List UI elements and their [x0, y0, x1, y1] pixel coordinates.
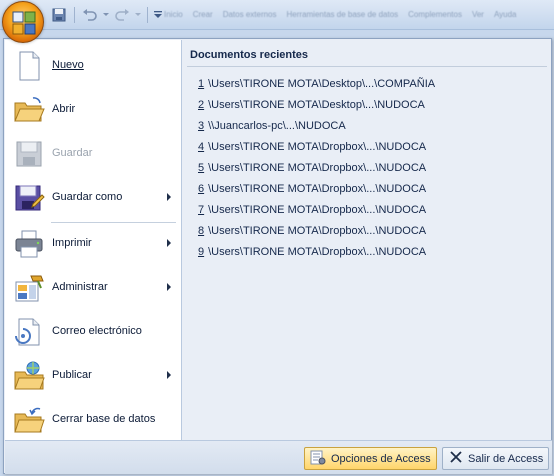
menu-item-label: Abrir	[52, 103, 76, 115]
menu-item-administrar[interactable]: Administrar	[5, 268, 181, 308]
options-icon	[310, 449, 326, 468]
submenu-arrow-icon	[167, 283, 171, 291]
publish-icon	[13, 360, 45, 392]
application-menu: Nuevo Abrir Guardar Guardar como Imprimi…	[3, 38, 552, 474]
recent-documents-pane: Documentos recientes 1 \Users\TIRONE MOTA…	[183, 40, 551, 440]
redo-icon[interactable]	[113, 6, 131, 24]
recent-item-number: 5	[198, 162, 205, 174]
save-icon	[13, 138, 45, 170]
recent-item-path: \Users\TIRONE MOTA\Dropbox\...\NUDOCA	[208, 225, 427, 237]
menu-divider	[51, 222, 176, 223]
menu-item-abrir[interactable]: Abrir	[5, 90, 181, 130]
submenu-arrow-icon	[167, 193, 171, 201]
close-database-icon	[13, 404, 45, 436]
undo-icon[interactable]	[81, 6, 99, 24]
recent-item-path: \Users\TIRONE MOTA\Desktop\...\COMPAÑIA	[208, 78, 436, 90]
recent-document-item[interactable]: 4 \Users\TIRONE MOTA\Dropbox\...\NUDOCA	[198, 140, 435, 161]
redo-dropdown-icon[interactable]	[135, 6, 141, 24]
recent-document-item[interactable]: 8 \Users\TIRONE MOTA\Dropbox\...\NUDOCA	[198, 224, 435, 245]
save-as-icon	[13, 182, 45, 214]
print-icon	[13, 228, 45, 260]
menu-item-label: Correo electrónico	[52, 325, 142, 337]
quick-access-toolbar	[50, 5, 162, 25]
undo-dropdown-icon[interactable]	[103, 6, 109, 24]
access-options-button[interactable]: Opciones de Access	[304, 447, 437, 470]
ribbon-tab[interactable]: Crear	[193, 10, 213, 19]
ribbon-tab[interactable]: Complementos	[408, 10, 462, 19]
recent-item-path: \Users\TIRONE MOTA\Desktop\...\NUDOCA	[208, 99, 425, 111]
title-bar: Inicio Crear Datos externos Herramientas…	[0, 0, 554, 30]
exit-access-label: Salir de Access	[468, 452, 544, 465]
submenu-arrow-icon	[167, 239, 171, 247]
save-icon[interactable]	[50, 6, 68, 24]
submenu-arrow-icon	[167, 371, 171, 379]
recent-document-item[interactable]: 2 \Users\TIRONE MOTA\Desktop\...\NUDOCA	[198, 98, 435, 119]
recent-document-item[interactable]: 6 \Users\TIRONE MOTA\Dropbox\...\NUDOCA	[198, 182, 435, 203]
menu-item-guardar-como[interactable]: Guardar como	[5, 178, 181, 218]
ribbon-tab[interactable]: Datos externos	[223, 10, 277, 19]
recent-item-path: \Users\TIRONE MOTA\Dropbox\...\NUDOCA	[208, 141, 427, 153]
recent-item-path: \Users\TIRONE MOTA\Dropbox\...\NUDOCA	[208, 246, 427, 258]
new-document-icon	[13, 50, 45, 82]
recent-item-number: 4	[198, 141, 205, 153]
recent-document-item[interactable]: 9 \Users\TIRONE MOTA\Dropbox\...\NUDOCA	[198, 245, 435, 266]
menu-item-imprimir[interactable]: Imprimir	[5, 224, 181, 264]
recent-document-item[interactable]: 1 \Users\TIRONE MOTA\Desktop\...\COMPAÑIA	[198, 77, 435, 98]
exit-access-button[interactable]: Salir de Access	[442, 447, 549, 470]
recent-documents-title: Documentos recientes	[190, 49, 308, 61]
menu-item-label: Guardar como	[52, 191, 123, 203]
recent-item-number: 7	[198, 204, 205, 216]
menu-item-label: Imprimir	[52, 237, 92, 249]
recent-document-item[interactable]: 3 \\Juancarlos-pc\...\NUDOCA	[198, 119, 435, 140]
menu-item-cerrar-base-de-datos[interactable]: Cerrar base de datos	[5, 400, 181, 440]
close-icon	[449, 450, 463, 467]
menu-item-label: Guardar	[52, 147, 93, 159]
ribbon-tabs: Inicio Crear Datos externos Herramientas…	[164, 10, 517, 19]
ribbon-tab[interactable]: Inicio	[164, 10, 183, 19]
recent-document-item[interactable]: 7 \Users\TIRONE MOTA\Dropbox\...\NUDOCA	[198, 203, 435, 224]
access-options-label: Opciones de Access	[331, 452, 431, 465]
recent-item-path: \Users\TIRONE MOTA\Dropbox\...\NUDOCA	[208, 183, 427, 195]
access-logo-icon	[12, 11, 36, 35]
recent-document-item[interactable]: 5 \Users\TIRONE MOTA\Dropbox\...\NUDOCA	[198, 161, 435, 182]
office-button[interactable]	[2, 1, 44, 43]
menu-item-label: Administrar	[52, 281, 108, 293]
recent-item-number: 1	[198, 78, 205, 90]
menu-item-guardar[interactable]: Guardar	[5, 134, 181, 174]
recent-item-path: \Users\TIRONE MOTA\Dropbox\...\NUDOCA	[208, 204, 427, 216]
recent-item-number: 8	[198, 225, 205, 237]
recent-item-number: 3	[198, 120, 205, 132]
email-icon	[13, 316, 45, 348]
ribbon-tab[interactable]: Herramientas de base de datos	[287, 10, 399, 19]
menu-item-label: Nuevo	[52, 59, 84, 71]
toolbar-separator	[147, 7, 148, 23]
recent-item-path: \\Juancarlos-pc\...\NUDOCA	[208, 120, 346, 132]
ribbon-tab[interactable]: Ayuda	[494, 10, 517, 19]
recent-item-path: \Users\TIRONE MOTA\Dropbox\...\NUDOCA	[208, 162, 427, 174]
open-folder-icon	[13, 94, 45, 126]
recent-item-number: 6	[198, 183, 205, 195]
menu-item-nuevo[interactable]: Nuevo	[5, 46, 181, 86]
menu-commands-pane: Nuevo Abrir Guardar Guardar como Imprimi…	[5, 40, 182, 440]
recent-item-number: 2	[198, 99, 205, 111]
menu-item-label: Cerrar base de datos	[52, 413, 156, 425]
menu-item-label: Publicar	[52, 369, 92, 381]
manage-icon	[13, 272, 45, 304]
menu-item-correo-electronico[interactable]: Correo electrónico	[5, 312, 181, 352]
ribbon-tab[interactable]: Ver	[472, 10, 484, 19]
menu-item-publicar[interactable]: Publicar	[5, 356, 181, 396]
recent-item-number: 9	[198, 246, 205, 258]
recent-divider	[187, 66, 547, 67]
customize-dropdown-icon[interactable]	[154, 6, 162, 24]
menu-footer: Opciones de Access Salir de Access	[5, 440, 552, 474]
toolbar-separator	[74, 7, 75, 23]
recent-documents-list: 1 \Users\TIRONE MOTA\Desktop\...\COMPAÑIA…	[198, 77, 435, 266]
